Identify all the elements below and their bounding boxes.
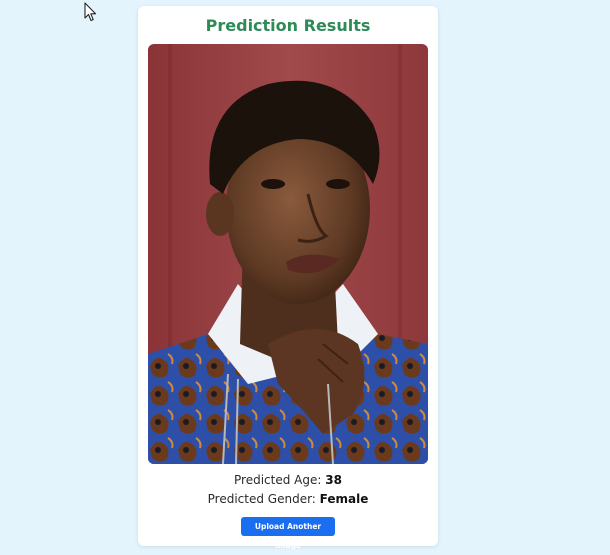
page-title: Prediction Results [205,16,371,35]
age-label: Predicted Age: [234,473,326,487]
gender-value: Female [319,492,369,506]
predicted-gender: Predicted Gender: Female [138,492,438,506]
mouse-cursor-icon [84,2,98,22]
results-card: Prediction Results Predicted Age: 38 Pre… [138,6,438,550]
age-value: 38 [325,473,342,487]
predicted-age: Predicted Age: 38 [138,473,438,487]
upload-another-image-button[interactable]: Upload Another Image [241,517,335,550]
gender-label: Predicted Gender: [207,492,320,506]
uploaded-photo [148,44,428,464]
